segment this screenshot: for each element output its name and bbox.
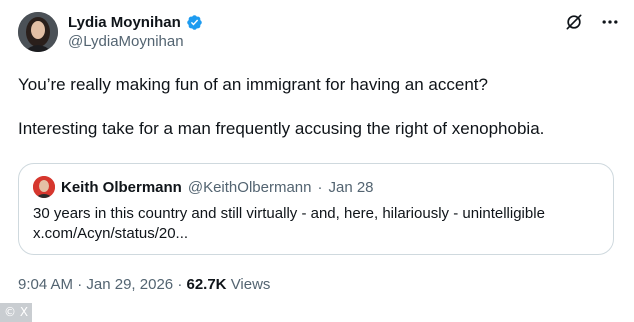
quote-author-avatar — [33, 176, 55, 198]
tweet-paragraph: You’re really making fun of an immigrant… — [18, 75, 488, 94]
quote-author-handle: @KeithOlbermann — [187, 178, 312, 196]
tweet-card: Lydia Moynihan @LydiaMoynihan You’re rea… — [0, 0, 634, 322]
quote-separator: · — [317, 178, 323, 196]
tweet-time[interactable]: 9:04 AM — [18, 276, 73, 293]
quoted-tweet[interactable]: Keith Olbermann @KeithOlbermann · Jan 28… — [18, 163, 614, 255]
copyright-watermark: © X — [0, 303, 33, 322]
quote-date: Jan 28 — [328, 178, 374, 196]
views-count: 62.7K — [186, 276, 227, 293]
quote-header: Keith Olbermann @KeithOlbermann · Jan 28 — [33, 176, 374, 198]
author-avatar[interactable] — [18, 12, 58, 52]
tweet-date[interactable]: Jan 29, 2026 — [86, 276, 173, 293]
quote-text: 30 years in this country and still virtu… — [33, 204, 605, 244]
meta-separator: · — [77, 276, 83, 293]
tweet-meta: 9:04 AM · Jan 29, 2026 · 62.7K Views — [18, 276, 270, 293]
quote-author-name: Keith Olbermann — [61, 178, 182, 196]
quote-text-line: 30 years in this country and still virtu… — [33, 205, 545, 222]
tweet-paragraph: Interesting take for a man frequently ac… — [18, 119, 545, 138]
more-icon[interactable] — [600, 12, 620, 32]
meta-separator: · — [177, 276, 183, 293]
quote-link[interactable]: x.com/Acyn/status/20... — [33, 224, 605, 244]
author-handle[interactable]: @LydiaMoynihan — [68, 33, 184, 50]
tweet-body: You’re really making fun of an immigrant… — [18, 74, 618, 140]
verified-badge-icon — [186, 14, 203, 31]
top-actions — [564, 12, 620, 32]
author-name[interactable]: Lydia Moynihan — [68, 14, 181, 31]
grok-icon[interactable] — [564, 12, 584, 32]
views-label: Views — [230, 276, 271, 293]
author-name-row: Lydia Moynihan — [68, 12, 203, 32]
